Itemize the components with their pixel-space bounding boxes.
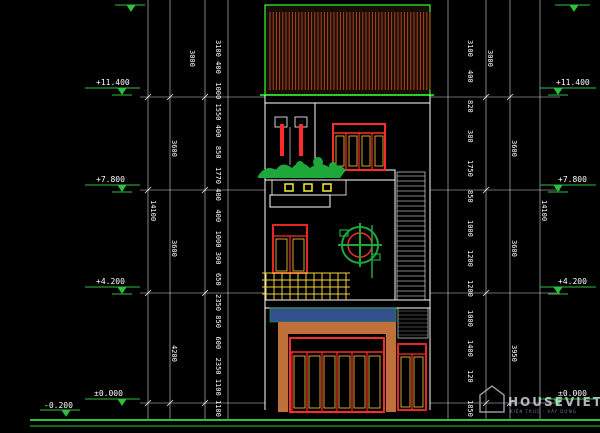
level-markers-right: +11.400 +7.800 +4.200 ±0.000 [540, 78, 596, 406]
dim-left-inner: 1100 [214, 379, 222, 396]
dim-right-inner: 120 [466, 370, 474, 383]
level-label-right-4200: +4.200 [558, 277, 587, 286]
dim-right-inner: 850 [466, 190, 474, 203]
dim-left-inner: 1000 [214, 82, 222, 99]
dim-right-outer-mid1: 3600 [510, 140, 518, 157]
dim-right-inner: 400 [466, 70, 474, 83]
watermark-tagline: KIẾN TRÚC · XÂY DỰNG [510, 408, 577, 414]
dim-right-inner: 3100 [466, 40, 474, 57]
third-floor-door [332, 123, 386, 171]
dim-left-inner: 1000 [214, 231, 222, 248]
level-markers-left: +11.400 +7.800 +4.200 ±0.000 -0.200 [40, 78, 140, 417]
dim-right-inner: 1200 [466, 250, 474, 267]
dim-right-inner: 1000 [466, 310, 474, 327]
level-label-right-7800: +7.800 [558, 175, 587, 184]
level-label-left-minus200: -0.200 [44, 401, 73, 410]
dim-left-inner: 650 [214, 273, 222, 286]
side-staircase [396, 171, 426, 301]
dim-right-inner: 380 [466, 130, 474, 143]
level-label-left-11400: +11.400 [96, 78, 130, 87]
dim-right-inner: 820 [466, 100, 474, 113]
dim-right-outer-upper: 3000 [486, 50, 494, 67]
dim-right-inner: 1850 [466, 400, 474, 417]
roof-tiles [260, 4, 434, 96]
dim-left-total: 14100 [149, 200, 157, 221]
dim-left-outer-mid1: 3600 [170, 140, 178, 157]
dim-left-inner: 850 [214, 315, 222, 328]
dim-left-inner: 300 [214, 252, 222, 265]
dim-right-outer-lower: 3950 [510, 345, 518, 362]
dim-right-inner: 1200 [466, 280, 474, 297]
dim-left-inner: 400 [214, 61, 222, 74]
level-label-left-4200: +4.200 [96, 277, 125, 286]
balcony-planter [258, 157, 347, 196]
building-elevation [30, 4, 600, 427]
house-icon [479, 385, 505, 413]
dim-right-outer-mid2: 3600 [510, 240, 518, 257]
side-door [397, 343, 427, 411]
dim-right-inner: 1750 [466, 160, 474, 177]
dim-left-inner: 600 [214, 336, 222, 349]
dim-left-outer-mid2: 3600 [170, 240, 178, 257]
dim-left-inner: 1770 [214, 167, 222, 184]
dim-left-inner: 400 [214, 188, 222, 201]
dim-left-inner: 1550 [214, 104, 222, 121]
dim-right-inner: 1000 [466, 220, 474, 237]
dim-left-inner: 850 [214, 146, 222, 159]
dim-left-outer-lower: 4200 [170, 345, 178, 362]
second-floor-railing [262, 272, 350, 300]
dim-left-outer-upper: 3000 [188, 50, 196, 67]
level-label-left-0000: ±0.000 [94, 389, 123, 398]
dim-left-inner: 400 [214, 209, 222, 222]
round-window [338, 223, 382, 278]
dim-left-inner: 2350 [214, 294, 222, 311]
dim-left-inner: 3100 [214, 40, 222, 57]
level-label-left-7800: +7.800 [96, 175, 125, 184]
level-label-right-11400: +11.400 [556, 78, 590, 87]
dimension-text-right: 3000 3600 3600 3950 14100 3100 400 820 380 1… [466, 40, 548, 417]
dim-left-inner: 400 [214, 125, 222, 138]
dim-left-inner: 2350 [214, 358, 222, 375]
third-floor-columns [274, 116, 308, 165]
watermark-brand: HOUSEVIET [508, 395, 600, 409]
second-floor-door [272, 224, 308, 274]
dim-right-inner: 1400 [466, 340, 474, 357]
dim-left-inner: 1100 [214, 400, 222, 417]
cad-elevation-canvas: +11.400 +7.800 +4.200 ±0.000 -0.200 +11.… [30, 0, 600, 427]
dim-right-total: 14100 [540, 200, 548, 221]
dimension-text-left: 3000 3600 3600 4200 14100 3100 400 1000 155… [149, 40, 222, 417]
